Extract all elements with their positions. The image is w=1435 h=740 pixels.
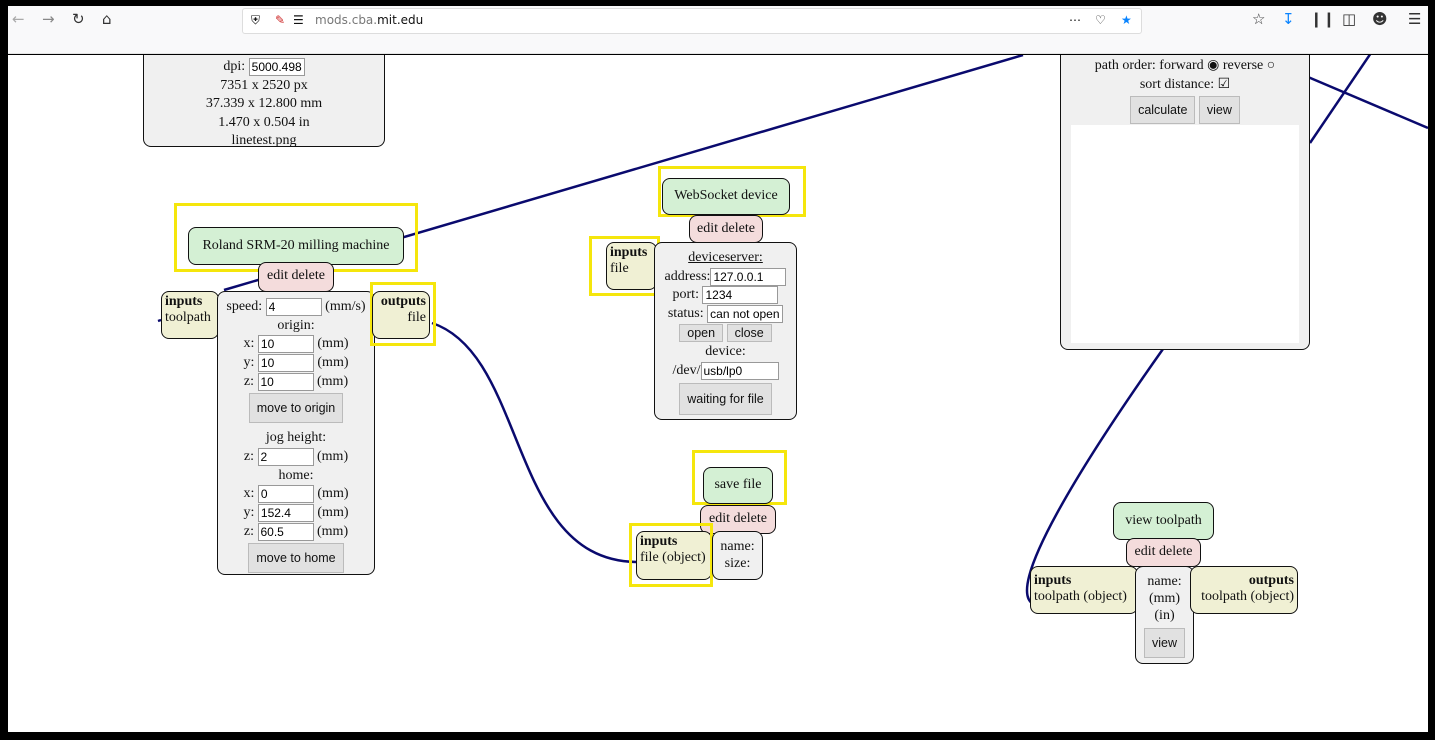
- back-icon[interactable]: ←: [12, 10, 25, 28]
- deviceserver-label: deviceserver:: [688, 250, 763, 265]
- dpi-input[interactable]: [248, 58, 305, 76]
- preview-area: [1071, 125, 1299, 343]
- bookmark-star-icon[interactable]: ★: [1121, 13, 1132, 27]
- origin-y-input[interactable]: [257, 353, 314, 372]
- jog-z-input[interactable]: [257, 447, 314, 466]
- dpi-label: dpi:: [223, 59, 246, 75]
- origin-x-input[interactable]: [257, 335, 314, 354]
- move-to-origin-button[interactable]: move to origin: [248, 393, 344, 424]
- forward-icon[interactable]: →: [42, 10, 55, 28]
- highlight: [629, 523, 713, 587]
- home-y-input[interactable]: [257, 503, 314, 522]
- move-to-home-button[interactable]: move to home: [248, 543, 344, 574]
- origin-z-input[interactable]: [257, 372, 314, 391]
- size-mm: 37.339 x 12.800 mm: [205, 96, 323, 112]
- image-module: dpi: 7351 x 2520 px 37.339 x 12.800 mm 1…: [143, 55, 385, 148]
- address-input[interactable]: [710, 267, 787, 286]
- menu-icon[interactable]: ☰: [1408, 10, 1421, 28]
- view-button[interactable]: view: [1198, 96, 1240, 124]
- more-icon[interactable]: ⋯: [1069, 13, 1081, 27]
- file-name: linetest.png: [231, 133, 297, 149]
- library-icon[interactable]: ❙❙: [1310, 10, 1335, 28]
- bookmarks-icon[interactable]: ☆: [1252, 10, 1265, 28]
- save-file-title[interactable]: save file: [703, 467, 773, 504]
- path-module: path order: forward ◉ reverse ○ sort dis…: [1060, 55, 1310, 350]
- device-input[interactable]: [700, 361, 779, 380]
- websocket-edit-delete[interactable]: edit delete: [689, 215, 763, 243]
- reverse-radio[interactable]: ○: [1267, 58, 1275, 73]
- account-icon[interactable]: ☻: [1372, 10, 1388, 28]
- reload-icon[interactable]: ↻: [72, 10, 85, 28]
- close-button[interactable]: close: [726, 323, 772, 342]
- path-order-label: path order: forward: [1094, 58, 1204, 73]
- jog-height-label: jog height:: [265, 430, 327, 446]
- view-toolpath-title[interactable]: view toolpath: [1113, 502, 1214, 540]
- size-px: 7351 x 2520 px: [220, 77, 308, 93]
- sidebar-icon[interactable]: ◫: [1342, 10, 1356, 28]
- home-x-input[interactable]: [257, 485, 314, 504]
- view-toolpath-edit-delete[interactable]: edit delete: [1126, 538, 1201, 567]
- view-toolpath-body: name: (mm) (in) view: [1135, 566, 1194, 664]
- calculate-button[interactable]: calculate: [1130, 96, 1196, 124]
- port-input[interactable]: [702, 286, 779, 305]
- websocket-body: deviceserver: address: port: status: ope…: [654, 242, 797, 420]
- status-field: [707, 304, 784, 323]
- roland-inputs[interactable]: inputs toolpath: [161, 291, 219, 339]
- open-button[interactable]: open: [679, 323, 724, 342]
- waiting-for-file-button[interactable]: waiting for file: [679, 383, 772, 416]
- shield-icon[interactable]: ⛨: [251, 13, 260, 28]
- browser-toolbar: ← → ↻ ⌂ ⛨ ✎ ☰ mods.cba.mit.edu ⋯ ♡ ★ ☆ ↧…: [8, 6, 1428, 34]
- roland-edit-delete[interactable]: edit delete: [258, 262, 334, 292]
- roland-body: speed: (mm/s) origin: x: (mm) y: (mm) z:…: [217, 291, 375, 575]
- wire: [1308, 55, 1372, 144]
- save-file-body: name: size:: [712, 531, 763, 580]
- device-label: device:: [705, 344, 746, 360]
- size-in: 1.470 x 0.504 in: [218, 114, 310, 130]
- permissions-icon[interactable]: ☰: [293, 13, 304, 27]
- url-text: mods.cba.mit.edu: [315, 13, 424, 27]
- view-toolpath-outputs[interactable]: outputs toolpath (object): [1190, 566, 1298, 614]
- path-order-row: path order: forward ◉ reverse ○: [1061, 57, 1309, 76]
- reverse-label: reverse: [1222, 58, 1264, 73]
- download-icon[interactable]: ↧: [1282, 10, 1295, 28]
- view-button[interactable]: view: [1143, 628, 1185, 658]
- tracking-icon[interactable]: ✎: [275, 13, 285, 27]
- forward-radio[interactable]: ◉: [1207, 58, 1219, 73]
- websocket-title[interactable]: WebSocket device: [662, 178, 790, 215]
- url-bar[interactable]: ⛨ ✎ ☰ mods.cba.mit.edu ⋯ ♡ ★: [242, 8, 1142, 34]
- wire: [431, 321, 637, 564]
- view-toolpath-inputs[interactable]: inputs toolpath (object): [1030, 566, 1138, 614]
- home-icon[interactable]: ⌂: [102, 10, 112, 28]
- websocket-inputs[interactable]: inputs file: [606, 242, 657, 290]
- mods-canvas[interactable]: dpi: 7351 x 2520 px 37.339 x 12.800 mm 1…: [8, 55, 1428, 732]
- toolbar-band: [8, 34, 1428, 54]
- sort-distance-checkbox[interactable]: ☑: [1218, 77, 1231, 92]
- speed-input[interactable]: [265, 298, 322, 316]
- roland-title[interactable]: Roland SRM-20 milling machine: [188, 227, 404, 265]
- home-label: home:: [278, 467, 314, 483]
- sort-distance-label: sort distance:: [1139, 76, 1215, 92]
- pocket-icon[interactable]: ♡: [1095, 13, 1106, 27]
- home-z-input[interactable]: [257, 522, 314, 541]
- origin-label: origin:: [277, 317, 315, 333]
- roland-outputs[interactable]: outputs file: [372, 291, 430, 339]
